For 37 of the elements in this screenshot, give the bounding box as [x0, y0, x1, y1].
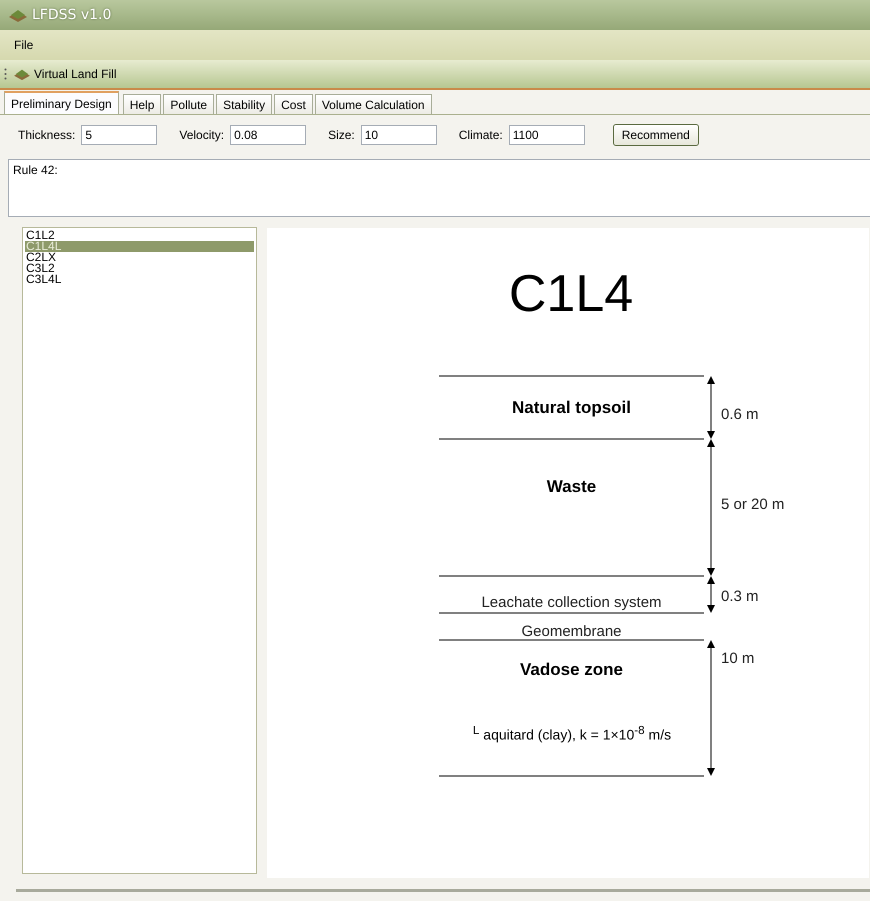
landfill-icon [8, 7, 28, 23]
tab[interactable]: Volume Calculation [314, 94, 432, 114]
grip-icon[interactable] [4, 68, 7, 80]
list-item[interactable]: C2LX [25, 252, 254, 263]
tab[interactable]: Help [122, 94, 162, 114]
layer-note: $^{L}$ aquitard (clay), k = 1×10$^{-8}$ m/s [472, 724, 672, 743]
tab[interactable]: Preliminary Design [4, 91, 119, 114]
layer-label: Natural topsoil [510, 398, 632, 418]
tab[interactable]: Pollute [163, 94, 214, 114]
field-label: Size: [328, 128, 355, 142]
recommend-button[interactable]: Recommend [612, 124, 699, 146]
input-field[interactable]: 5 [81, 125, 158, 145]
tab[interactable]: Stability [216, 94, 272, 114]
dimension-label: 10 m [721, 650, 754, 667]
list-item[interactable]: C3L2 [25, 263, 254, 274]
layer-label: Waste [546, 477, 598, 497]
design-title: C1L4 [508, 264, 634, 324]
tab[interactable]: Cost [274, 94, 313, 114]
field-label: Velocity: [179, 128, 224, 142]
dimension-label: 5 or 20 m [721, 496, 784, 513]
layer-label: Leachate collection system [480, 594, 663, 611]
field-label: Thickness: [18, 128, 76, 142]
layer-label: Geomembrane [520, 623, 623, 640]
window-title: LFDSS v1.0 [32, 7, 112, 23]
dimension-label: 0.6 m [721, 406, 759, 423]
toolbar-button[interactable]: Virtual Land Fill [11, 65, 118, 83]
rule-text: Rule 42: [13, 163, 58, 177]
dimension-label: 0.3 m [721, 588, 759, 605]
list-item[interactable]: C1L2 [25, 230, 254, 241]
input-field[interactable]: 0.08 [230, 125, 306, 145]
list-item[interactable]: C3L4L [25, 274, 254, 285]
field-label: Climate: [458, 128, 503, 142]
input-field[interactable]: 10 [360, 125, 437, 145]
landfill-icon [13, 67, 31, 81]
input-field[interactable]: 1100 [508, 125, 585, 145]
layer-label: Vadose zone [519, 660, 624, 680]
menu-item[interactable]: File [10, 36, 38, 54]
